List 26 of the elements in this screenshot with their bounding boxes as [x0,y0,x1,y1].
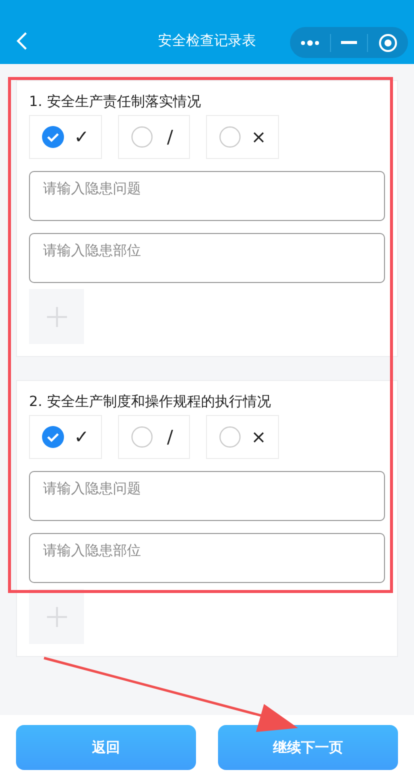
target-icon[interactable] [378,32,398,52]
input-field[interactable]: 请输入隐患部位 [29,533,385,583]
option-button[interactable]: / [118,115,190,159]
radio-icon [219,126,242,148]
option-button[interactable]: / [118,415,190,459]
add-button[interactable] [29,589,84,644]
radio-icon [219,426,242,448]
question-title: 2. 安全生产制度和操作规程的执行情况 [29,393,272,411]
radio-icon [131,426,154,448]
input-field[interactable]: 请输入隐患问题 [29,471,385,521]
plus-icon [46,606,68,628]
option-button[interactable]: × [206,415,280,459]
minimize-icon[interactable] [341,40,357,44]
question-title: 1. 安全生产责任制落实情况 [29,93,202,111]
page-title: 安全检查记录表 [158,32,256,50]
back-icon[interactable] [16,31,28,51]
radio-icon [131,126,154,148]
more-icon[interactable] [300,40,320,46]
checked-radio-icon [42,426,64,448]
plus-icon [46,306,68,328]
input-field[interactable]: 请输入隐患问题 [29,171,385,221]
input-field[interactable]: 请输入隐患部位 [29,233,385,283]
checked-radio-icon [42,126,64,148]
option-button[interactable]: × [206,115,280,159]
option-button[interactable]: ✓ [29,415,102,459]
option-button[interactable]: ✓ [29,115,102,159]
